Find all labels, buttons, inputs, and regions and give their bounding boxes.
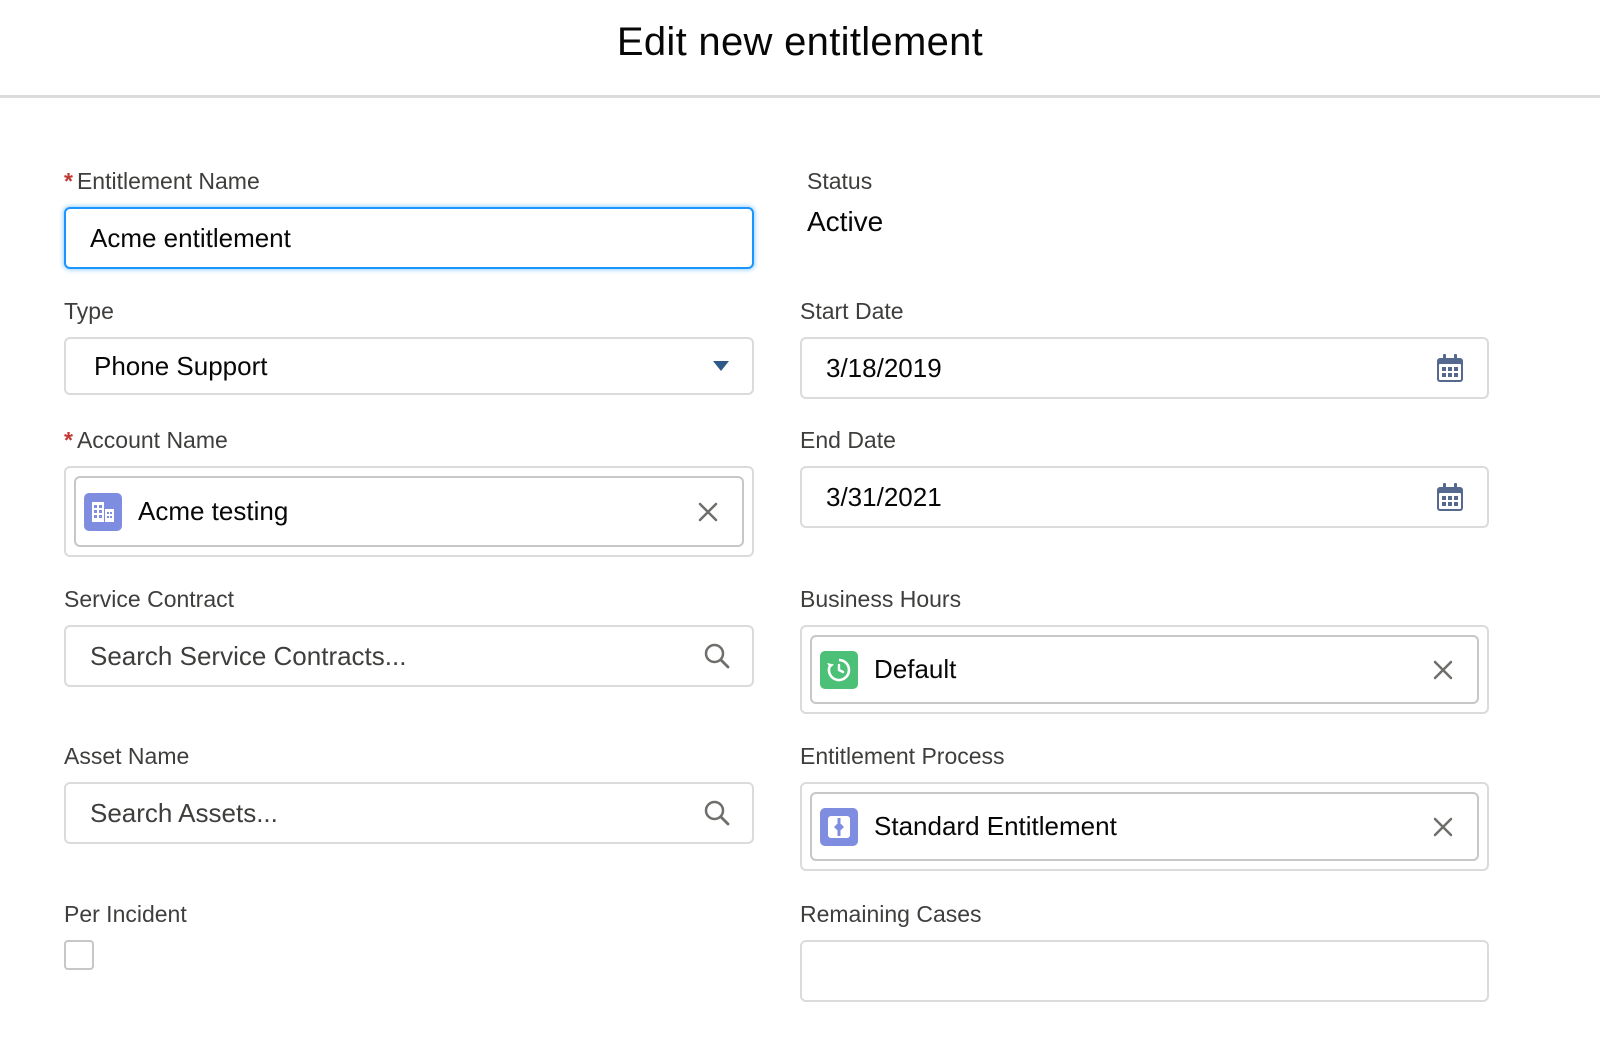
business-hours-value: Default [874, 654, 957, 684]
remaining-cases-input[interactable] [800, 940, 1489, 1002]
required-marker: * [64, 427, 73, 453]
modal-header: Edit new entitlement [0, 0, 1600, 98]
start-date-value: 3/18/2019 [826, 352, 942, 383]
search-icon [704, 643, 730, 669]
entitlement-name-input[interactable]: Acme entitlement [64, 207, 754, 269]
chevron-down-icon [712, 360, 730, 372]
asset-placeholder: Search Assets... [90, 797, 278, 828]
type-select[interactable]: Phone Support [64, 337, 754, 395]
remaining-cases-label: Remaining Cases [800, 901, 982, 927]
service-contract-search-input[interactable]: Search Service Contracts... [64, 625, 754, 687]
end-date-value: 3/31/2021 [826, 481, 942, 512]
start-date-label: Start Date [800, 298, 904, 324]
service-contract-label: Service Contract [64, 586, 235, 612]
status-value: Active [807, 206, 884, 237]
modal-title: Edit new entitlement [616, 20, 984, 64]
per-incident-label: Per Incident [64, 901, 187, 927]
account-name-value: Acme testing [138, 496, 289, 526]
asset-search-input[interactable]: Search Assets... [64, 782, 754, 844]
asset-name-label: Asset Name [64, 743, 190, 769]
business-hours-icon [820, 650, 858, 689]
close-icon[interactable] [1431, 815, 1455, 839]
status-label: Status [807, 168, 873, 194]
business-hours-pill[interactable]: Default [810, 635, 1479, 704]
entitlement-process-label: Entitlement Process [800, 743, 1005, 769]
entitlement-process-pill[interactable]: Standard Entitlement [810, 792, 1479, 861]
calendar-icon[interactable] [1437, 483, 1463, 511]
required-marker: * [64, 168, 73, 194]
per-incident-checkbox[interactable] [64, 940, 94, 970]
start-date-input[interactable]: 3/18/2019 [800, 337, 1489, 399]
account-icon [84, 492, 122, 531]
end-date-input[interactable]: 3/31/2021 [800, 466, 1489, 528]
business-hours-label: Business Hours [800, 586, 962, 612]
entitlement-name-value: Acme entitlement [90, 222, 291, 253]
close-icon[interactable] [1431, 658, 1455, 682]
entitlement-name-label: * Entitlement Name [64, 168, 260, 194]
entitlement-process-value: Standard Entitlement [874, 811, 1117, 841]
entitlement-process-lookup[interactable]: Standard Entitlement [800, 782, 1489, 871]
search-icon [704, 800, 730, 826]
type-label: Type [64, 298, 114, 324]
end-date-label: End Date [800, 427, 896, 453]
account-name-lookup[interactable]: Acme testing [64, 466, 754, 557]
calendar-icon[interactable] [1437, 354, 1463, 382]
service-contract-placeholder: Search Service Contracts... [90, 640, 407, 671]
close-icon[interactable] [696, 500, 720, 524]
type-selected-value: Phone Support [94, 350, 268, 381]
account-name-label: * Account Name [64, 427, 228, 453]
account-name-pill[interactable]: Acme testing [74, 476, 744, 547]
entitlement-process-icon [820, 807, 858, 846]
business-hours-lookup[interactable]: Default [800, 625, 1489, 714]
